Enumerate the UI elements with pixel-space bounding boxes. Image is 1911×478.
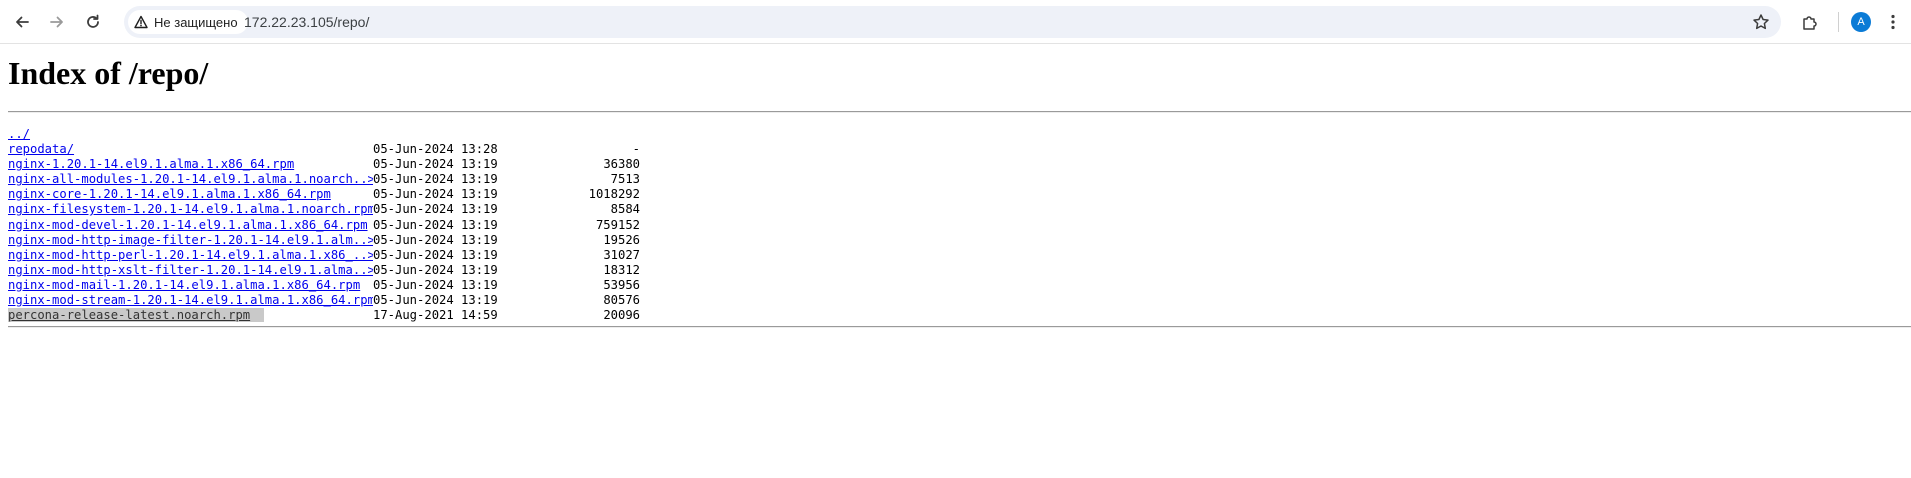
extensions-button[interactable] (1795, 7, 1825, 37)
file-link[interactable]: nginx-mod-http-image-filter-1.20.1-14.el… (8, 233, 373, 247)
forward-button[interactable] (42, 7, 72, 37)
menu-button[interactable] (1878, 7, 1908, 37)
avatar: A (1851, 12, 1871, 32)
file-link[interactable]: nginx-mod-http-perl-1.20.1-14.el9.1.alma… (8, 248, 373, 262)
back-icon (16, 16, 29, 28)
entries: repodata/05-Jun-2024 13:28- nginx-1.20.1-… (8, 142, 640, 323)
address-bar[interactable]: Не защищено 172.22.23.105/repo/ (124, 6, 1781, 38)
file-date: 05-Jun-2024 13:19 (373, 232, 498, 247)
file-date: 05-Jun-2024 13:19 (373, 247, 498, 262)
reload-icon (87, 14, 99, 28)
list-item: nginx-filesystem-1.20.1-14.el9.1.alma.1.… (8, 202, 640, 217)
file-date: 05-Jun-2024 13:19 (373, 187, 498, 202)
more-icon (1891, 14, 1895, 30)
file-size: 20096 (603, 308, 640, 323)
list-item: nginx-mod-mail-1.20.1-14.el9.1.alma.1.x8… (8, 278, 640, 293)
extensions-icon (1803, 16, 1817, 30)
file-date: 05-Jun-2024 13:28 (373, 142, 498, 157)
file-link[interactable]: nginx-mod-http-xslt-filter-1.20.1-14.el9… (8, 263, 373, 277)
url-text[interactable]: 172.22.23.105/repo/ (244, 6, 369, 38)
file-size: 1018292 (588, 187, 640, 202)
file-size: 18312 (603, 262, 640, 277)
star-icon (1753, 14, 1769, 30)
file-date: 05-Jun-2024 13:19 (373, 217, 498, 232)
file-link[interactable]: nginx-mod-mail-1.20.1-14.el9.1.alma.1.x8… (8, 278, 360, 292)
list-item: nginx-1.20.1-14.el9.1.alma.1.x86_64.rpm 0… (8, 157, 640, 172)
warning-icon (134, 15, 148, 29)
browser-toolbar: Не защищено 172.22.23.105/repo/ A (0, 0, 1911, 44)
file-date: 17-Aug-2021 14:59 (373, 308, 498, 323)
file-date: 05-Jun-2024 13:19 (373, 172, 498, 187)
file-link[interactable]: nginx-1.20.1-14.el9.1.alma.1.x86_64.rpm (8, 157, 294, 171)
file-link[interactable]: nginx-all-modules-1.20.1-14.el9.1.alma.1… (8, 172, 373, 186)
forward-icon (50, 16, 63, 28)
file-date: 05-Jun-2024 13:19 (373, 157, 498, 172)
file-size: 759152 (595, 217, 640, 232)
list-item: nginx-all-modules-1.20.1-14.el9.1.alma.1… (8, 172, 640, 187)
list-item: repodata/05-Jun-2024 13:28 - (8, 142, 640, 157)
security-chip[interactable]: Не защищено (128, 10, 248, 34)
file-link[interactable]: nginx-mod-stream-1.20.1-14.el9.1.alma.1.… (8, 293, 373, 307)
file-size: 19526 (603, 232, 640, 247)
file-size: 7513 (610, 172, 640, 187)
file-size: 8584 (610, 202, 640, 217)
reload-button[interactable] (78, 7, 108, 37)
list-item: nginx-mod-devel-1.20.1-14.el9.1.alma.1.x… (8, 218, 640, 233)
file-listing: ../ repodata/05-Jun-2024 13:28- nginx-1.2… (8, 127, 640, 323)
list-item: nginx-core-1.20.1-14.el9.1.alma.1.x86_64… (8, 187, 640, 202)
file-date: 05-Jun-2024 13:19 (373, 277, 498, 292)
file-size: 36380 (603, 157, 640, 172)
parent-directory-link[interactable]: ../ (8, 127, 30, 141)
list-item: nginx-mod-http-xslt-filter-1.20.1-14.el9… (8, 263, 640, 278)
file-date: 05-Jun-2024 13:19 (373, 262, 498, 277)
bottom-divider (8, 326, 1911, 329)
file-size: 80576 (603, 293, 640, 308)
list-item: nginx-mod-http-perl-1.20.1-14.el9.1.alma… (8, 248, 640, 263)
file-link[interactable]: nginx-core-1.20.1-14.el9.1.alma.1.x86_64… (8, 187, 331, 201)
file-date: 05-Jun-2024 13:19 (373, 293, 498, 308)
profile-button[interactable]: A (1846, 7, 1876, 37)
toolbar-divider (1838, 12, 1839, 32)
back-button[interactable] (7, 7, 37, 37)
list-item: percona-release-latest.noarch.rpm 17-Aug-… (8, 308, 640, 323)
list-item: nginx-mod-http-image-filter-1.20.1-14.el… (8, 233, 640, 248)
list-item: ../ (8, 127, 640, 142)
file-size: - (632, 142, 640, 157)
list-item: nginx-mod-stream-1.20.1-14.el9.1.alma.1.… (8, 293, 640, 308)
page-title: Index of /repo/ (8, 55, 209, 91)
file-link[interactable]: percona-release-latest.noarch.rpm (8, 308, 265, 323)
file-date: 05-Jun-2024 13:19 (373, 202, 498, 217)
file-size: 53956 (603, 277, 640, 292)
file-link[interactable]: repodata/ (8, 142, 74, 156)
bookmark-button[interactable] (1749, 10, 1773, 34)
security-label: Не защищено (154, 14, 238, 30)
file-link[interactable]: nginx-mod-devel-1.20.1-14.el9.1.alma.1.x… (8, 218, 368, 232)
file-size: 31027 (603, 247, 640, 262)
top-divider (8, 111, 1911, 113)
file-link[interactable]: nginx-filesystem-1.20.1-14.el9.1.alma.1.… (8, 202, 373, 216)
